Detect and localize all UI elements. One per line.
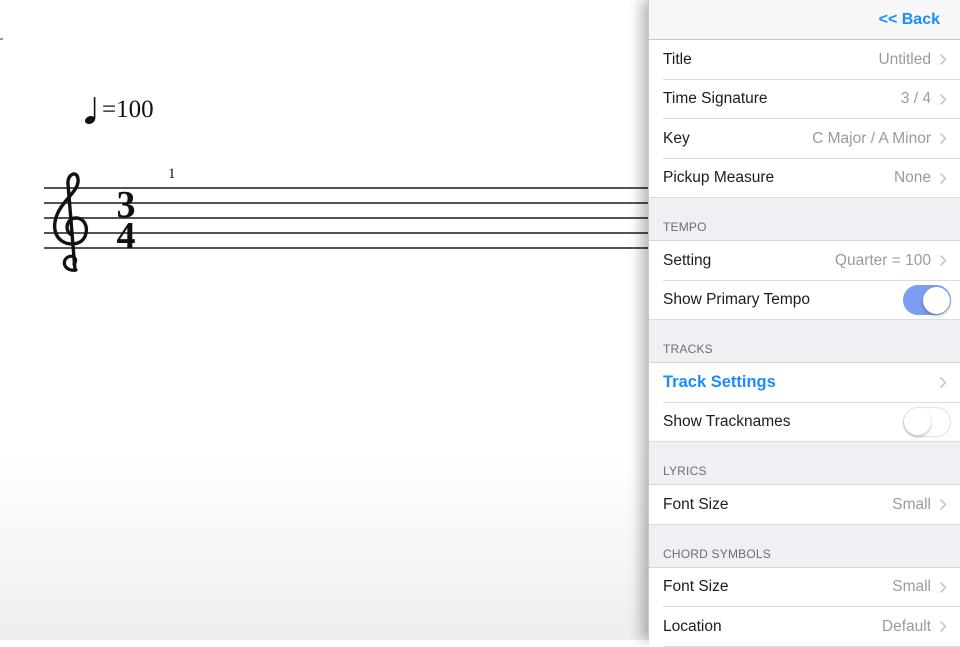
- chord-font-size-value: Small: [892, 578, 931, 596]
- chevron-right-icon: [939, 499, 947, 511]
- toggle-knob: [922, 286, 950, 314]
- show-primary-tempo-toggle[interactable]: [903, 285, 951, 316]
- quarter-note-icon: [84, 97, 96, 125]
- row-lyrics-font-size[interactable]: Font Size Small: [649, 485, 960, 525]
- title-label: Title: [663, 50, 692, 68]
- score-settings-panel: << Back Title Untitled Time Signature 3 …: [648, 0, 960, 647]
- chevron-right-icon: [939, 581, 947, 593]
- show-primary-tempo-label: Show Primary Tempo: [663, 291, 811, 309]
- tempo-setting-value: Quarter = 100: [834, 251, 931, 269]
- staff[interactable]: 3 4: [44, 170, 660, 280]
- row-title[interactable]: Title Untitled: [649, 40, 960, 80]
- show-tracknames-label: Show Tracknames: [663, 413, 791, 431]
- back-button[interactable]: << Back: [879, 11, 940, 29]
- time-signature-bottom: 4: [117, 215, 136, 257]
- lyrics-font-size-label: Font Size: [663, 495, 729, 513]
- time-signature-label: Time Signature: [663, 90, 768, 108]
- row-tempo-setting[interactable]: Setting Quarter = 100: [649, 241, 960, 281]
- show-tracknames-toggle[interactable]: [903, 407, 951, 438]
- tempo-setting-label: Setting: [663, 251, 712, 269]
- chevron-right-icon: [939, 54, 947, 66]
- key-label: Key: [663, 129, 690, 147]
- section-header-tempo: TEMPO: [649, 198, 960, 241]
- chevron-right-icon: [939, 255, 947, 267]
- section-header-tracks: TRACKS: [649, 320, 960, 363]
- tempo-value: =100: [102, 96, 154, 123]
- pickup-measure-label: Pickup Measure: [663, 169, 775, 187]
- chevron-right-icon: [939, 172, 947, 184]
- key-value: C Major / A Minor: [812, 129, 931, 147]
- chevron-right-icon: [939, 377, 947, 389]
- panel-navbar: << Back: [649, 0, 960, 40]
- row-chord-location[interactable]: Location Default: [649, 607, 960, 647]
- row-track-settings[interactable]: Track Settings: [649, 363, 960, 403]
- toggle-knob: [904, 408, 931, 436]
- chevron-right-icon: [939, 93, 947, 105]
- row-chord-font-size[interactable]: Font Size Small: [649, 567, 960, 607]
- row-key[interactable]: Key C Major / A Minor: [649, 119, 960, 159]
- section-header-chord-symbols: CHORD SYMBOLS: [649, 525, 960, 568]
- chord-font-size-label: Font Size: [663, 578, 729, 596]
- title-value: Untitled: [878, 50, 931, 68]
- chord-location-value: Default: [881, 617, 931, 635]
- lyrics-font-size-value: Small: [892, 495, 931, 513]
- row-show-tracknames: Show Tracknames: [649, 402, 960, 442]
- chevron-right-icon: [939, 621, 947, 633]
- chevron-right-icon: [939, 133, 947, 145]
- pickup-measure-value: None: [893, 169, 931, 187]
- time-signature-value: 3 / 4: [900, 90, 931, 108]
- canvas-marker: [0, 38, 3, 40]
- track-settings-label: Track Settings: [663, 373, 776, 392]
- row-show-primary-tempo: Show Primary Tempo: [649, 280, 960, 320]
- row-time-signature[interactable]: Time Signature 3 / 4: [649, 79, 960, 119]
- chord-location-label: Location: [663, 617, 722, 635]
- score-canvas[interactable]: =100 1 3 4: [0, 0, 660, 640]
- tempo-marking[interactable]: =100: [84, 94, 154, 126]
- section-header-lyrics: LYRICS: [649, 442, 960, 485]
- row-pickup-measure[interactable]: Pickup Measure None: [649, 158, 960, 198]
